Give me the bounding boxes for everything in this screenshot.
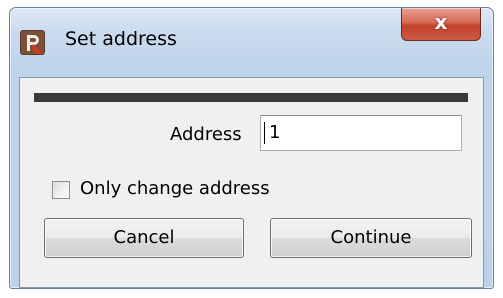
- window-title: Set address: [65, 28, 177, 50]
- dialog-window: Set address x Address 1 Only change addr…: [9, 7, 494, 289]
- title-bar[interactable]: Set address x: [10, 8, 493, 70]
- address-input[interactable]: 1: [260, 115, 462, 151]
- app-icon: [20, 30, 45, 55]
- progress-bar: [34, 93, 468, 102]
- close-icon: x: [434, 10, 448, 34]
- close-button[interactable]: x: [401, 8, 481, 41]
- cancel-button[interactable]: Cancel: [44, 218, 244, 258]
- text-caret: [264, 122, 265, 144]
- address-label: Address: [170, 124, 242, 145]
- dialog-content: Address 1 Only change address Cancel Con…: [19, 77, 484, 288]
- continue-button[interactable]: Continue: [270, 218, 472, 258]
- only-change-address-checkbox[interactable]: [52, 181, 70, 199]
- only-change-address-label[interactable]: Only change address: [80, 178, 270, 199]
